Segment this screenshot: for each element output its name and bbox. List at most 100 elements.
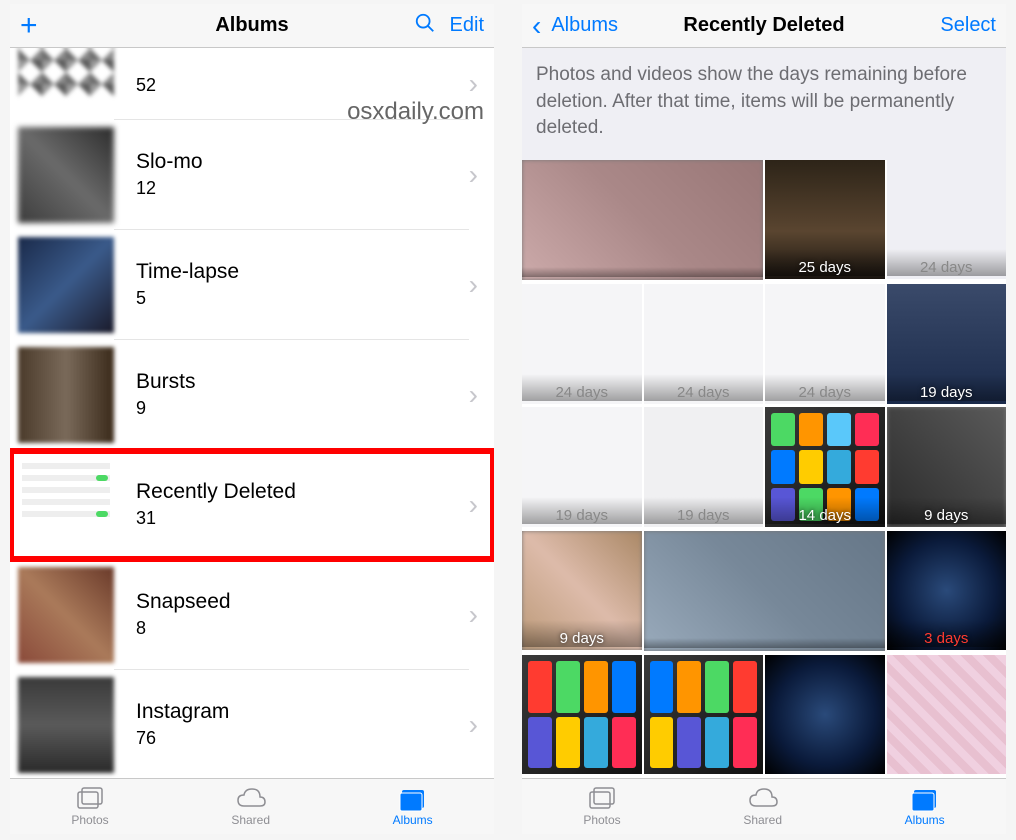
photo-thumb[interactable] <box>644 655 764 775</box>
album-thumb <box>18 127 114 223</box>
photo-thumb[interactable] <box>644 531 885 652</box>
tab-label: Photos <box>583 813 620 827</box>
days-remaining: 24 days <box>522 374 642 401</box>
days-remaining: 19 days <box>887 374 1007 401</box>
tab-shared[interactable]: Shared <box>231 786 270 827</box>
days-remaining: 19 days <box>522 497 642 524</box>
album-count: 52 <box>136 75 469 96</box>
add-button[interactable]: + <box>20 9 38 43</box>
albums-icon <box>910 786 940 812</box>
album-name: Bursts <box>136 370 469 394</box>
albums-icon <box>398 786 428 812</box>
days-remaining: 24 days <box>644 374 764 401</box>
chevron-right-icon: › <box>469 269 478 301</box>
photo-thumb[interactable]: 9 days <box>522 531 642 651</box>
chevron-right-icon: › <box>469 68 478 100</box>
album-row[interactable]: Snapseed 8 › <box>10 560 494 670</box>
album-row[interactable]: Instagram 76 › <box>10 670 494 778</box>
tab-photos[interactable]: Photos <box>583 786 620 827</box>
album-thumb <box>18 457 114 553</box>
tab-label: Albums <box>393 813 433 827</box>
album-name: Snapseed <box>136 590 469 614</box>
info-banner: Photos and videos show the days remainin… <box>522 48 1006 160</box>
days-remaining: 9 days <box>887 497 1007 524</box>
tab-label: Shared <box>743 813 782 827</box>
photos-icon <box>587 786 617 812</box>
cloud-icon <box>236 786 266 812</box>
photo-grid: 25 days 24 days 24 days 24 days 24 days … <box>522 160 1006 778</box>
photo-thumb[interactable] <box>522 655 642 775</box>
tab-label: Shared <box>231 813 270 827</box>
back-label: Albums <box>551 14 618 37</box>
album-thumb <box>18 677 114 773</box>
photo-thumb[interactable] <box>887 655 1007 775</box>
recently-deleted-screen: ‹ Albums Recently Deleted Select Photos … <box>522 4 1006 834</box>
album-thumb <box>18 347 114 443</box>
photo-thumb[interactable]: 24 days <box>644 284 764 404</box>
photo-thumb[interactable]: 19 days <box>522 407 642 527</box>
album-row-recently-deleted[interactable]: Recently Deleted 31 › <box>10 450 494 560</box>
album-count: 8 <box>136 618 469 639</box>
album-list: osxdaily.com 52 › Slo-mo 12 › Time-lapse… <box>10 48 494 778</box>
tab-bar: Photos Shared Albums <box>522 778 1006 834</box>
tab-albums[interactable]: Albums <box>905 786 945 827</box>
album-name: Slo-mo <box>136 150 469 174</box>
days-remaining: 14 days <box>765 497 885 524</box>
navbar: ‹ Albums Recently Deleted Select <box>522 4 1006 48</box>
select-button[interactable]: Select <box>940 14 996 37</box>
days-remaining: 3 days <box>887 620 1007 647</box>
albums-screen: + Albums Edit osxdaily.com 52 › Slo-mo 1… <box>10 4 494 834</box>
photo-thumb[interactable]: 19 days <box>887 284 1007 404</box>
tab-bar: Photos Shared Albums <box>10 778 494 834</box>
album-count: 9 <box>136 398 469 419</box>
days-remaining: 25 days <box>765 249 885 276</box>
album-count: 76 <box>136 728 469 749</box>
photo-thumb[interactable] <box>765 655 885 775</box>
photos-icon <box>75 786 105 812</box>
album-row[interactable]: Slo-mo 12 › <box>10 120 494 230</box>
photo-thumb[interactable]: 14 days <box>765 407 885 527</box>
album-count: 31 <box>136 508 469 529</box>
chevron-right-icon: › <box>469 599 478 631</box>
back-button[interactable]: ‹ Albums <box>532 12 632 40</box>
days-remaining <box>644 638 885 648</box>
tab-photos[interactable]: Photos <box>71 786 108 827</box>
album-thumb <box>18 237 114 333</box>
chevron-right-icon: › <box>469 159 478 191</box>
chevron-left-icon: ‹ <box>532 12 541 40</box>
album-thumb <box>18 567 114 663</box>
photo-thumb[interactable]: 19 days <box>644 407 764 527</box>
chevron-right-icon: › <box>469 709 478 741</box>
tab-albums[interactable]: Albums <box>393 786 433 827</box>
watermark: osxdaily.com <box>347 98 484 126</box>
tab-label: Albums <box>905 813 945 827</box>
edit-button[interactable]: Edit <box>450 14 484 37</box>
cloud-icon <box>748 786 778 812</box>
photo-thumb[interactable]: 24 days <box>765 284 885 404</box>
photo-thumb[interactable]: 25 days <box>765 160 885 280</box>
search-icon[interactable] <box>414 12 436 40</box>
album-name: Time-lapse <box>136 260 469 284</box>
photo-thumb[interactable]: 3 days <box>887 531 1007 651</box>
days-remaining: 24 days <box>887 249 1007 276</box>
photo-thumb[interactable]: 24 days <box>887 160 1007 280</box>
album-thumb <box>18 48 114 96</box>
album-row[interactable]: Time-lapse 5 › <box>10 230 494 340</box>
days-remaining: 9 days <box>522 620 642 647</box>
photo-thumb[interactable]: 9 days <box>887 407 1007 527</box>
album-row[interactable]: Bursts 9 › <box>10 340 494 450</box>
tab-label: Photos <box>71 813 108 827</box>
days-remaining <box>522 267 763 277</box>
chevron-right-icon: › <box>469 379 478 411</box>
navbar: + Albums Edit <box>10 4 494 48</box>
days-remaining: 24 days <box>765 374 885 401</box>
photo-thumb[interactable]: 24 days <box>522 284 642 404</box>
photo-thumb[interactable] <box>522 160 763 281</box>
album-name: Instagram <box>136 700 469 724</box>
album-count: 12 <box>136 178 469 199</box>
album-name: Recently Deleted <box>136 480 469 504</box>
days-remaining: 19 days <box>644 497 764 524</box>
tab-shared[interactable]: Shared <box>743 786 782 827</box>
album-count: 5 <box>136 288 469 309</box>
chevron-right-icon: › <box>469 489 478 521</box>
